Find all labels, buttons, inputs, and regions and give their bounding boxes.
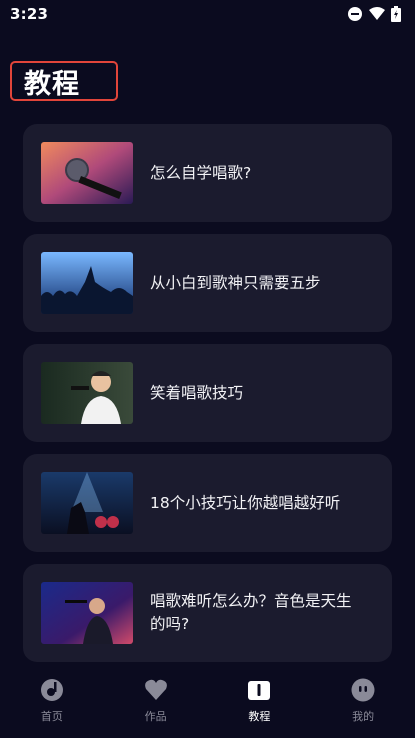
microphone-photo bbox=[41, 142, 133, 204]
smiling-singer-photo bbox=[41, 362, 133, 424]
tutorial-card[interactable]: 唱歌难听怎么办？音色是天生的吗? bbox=[23, 564, 392, 662]
status-time: 3:23 bbox=[10, 5, 49, 23]
tab-label: 我的 bbox=[352, 710, 375, 723]
band-stage-photo bbox=[41, 472, 133, 534]
music-disc-icon bbox=[40, 679, 63, 701]
tutorial-title: 从小白到歌神只需要五步 bbox=[150, 273, 321, 292]
tab-label: 教程 bbox=[248, 710, 271, 723]
singer-stage-photo bbox=[41, 582, 133, 644]
tutorial-card[interactable]: 笑着唱歌技巧 bbox=[23, 344, 392, 442]
tutorial-card[interactable]: 从小白到歌神只需要五步 bbox=[23, 234, 392, 332]
status-icons bbox=[347, 6, 401, 22]
tutorial-title: 笑着唱歌技巧 bbox=[150, 383, 244, 402]
status-bar: 3:23 bbox=[0, 0, 415, 28]
battery-icon bbox=[391, 6, 401, 22]
tab-me[interactable]: 我的 bbox=[311, 668, 415, 730]
concert-crowd-photo bbox=[41, 252, 133, 314]
tutorial-card[interactable]: 18个小技巧让你越唱越好听 bbox=[23, 454, 392, 552]
heart-icon bbox=[144, 679, 167, 700]
tab-home[interactable]: 首页 bbox=[0, 668, 104, 730]
bottom-tab-bar: 首页 作品 教程 我的 bbox=[0, 668, 415, 730]
tab-tutorials[interactable]: 教程 bbox=[208, 668, 312, 730]
page-title-box: 教程 bbox=[10, 61, 118, 101]
tutorial-card[interactable]: 怎么自学唱歌? bbox=[23, 124, 392, 222]
page-title: 教程 bbox=[24, 68, 80, 100]
book-icon bbox=[248, 681, 271, 700]
dnd-icon bbox=[348, 7, 362, 21]
tutorial-list: 怎么自学唱歌? 从小白到歌神只需要五步 笑着唱歌技巧 18个小技巧让你越唱越好听… bbox=[23, 124, 392, 674]
tutorial-title: 18个小技巧让你越唱越好听 bbox=[150, 493, 341, 512]
tutorial-title: 怎么自学唱歌? bbox=[150, 163, 252, 182]
face-icon bbox=[351, 678, 375, 702]
tab-works[interactable]: 作品 bbox=[104, 668, 208, 730]
wifi-icon bbox=[369, 7, 385, 20]
tab-label: 作品 bbox=[144, 710, 167, 723]
tutorial-title: 唱歌难听怎么办？音色是天生的吗? bbox=[150, 592, 352, 633]
tab-label: 首页 bbox=[40, 710, 63, 723]
